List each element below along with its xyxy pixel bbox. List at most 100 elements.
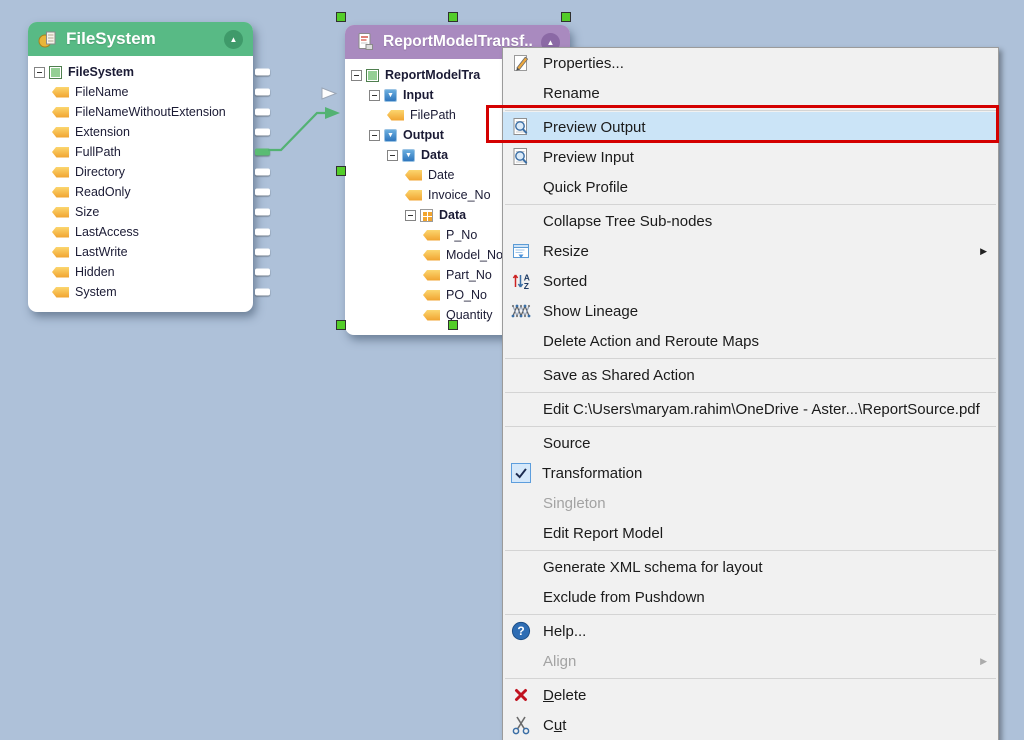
tree-item-filename[interactable]: FileName	[28, 82, 253, 102]
tree-item-label: Directory	[75, 165, 125, 179]
output-port-system[interactable]	[255, 289, 270, 296]
menu-item-delete-action-and-reroute-maps[interactable]: Delete Action and Reroute Maps	[503, 326, 998, 356]
menu-separator	[505, 392, 996, 393]
tree-item-readonly[interactable]: ReadOnly	[28, 182, 253, 202]
field-tag-icon	[423, 230, 440, 241]
cut-icon	[510, 714, 532, 736]
field-tag-icon	[52, 287, 69, 298]
collapse-minus-icon[interactable]	[351, 70, 362, 81]
menu-item-singleton: Singleton	[503, 488, 998, 518]
menu-item-label: Generate XML schema for layout	[543, 559, 763, 576]
menu-item-edit-c-users-maryam-rahim-onedrive-aster[interactable]: Edit C:\Users\maryam.rahim\OneDrive - As…	[503, 394, 998, 424]
menu-item-label: Preview Input	[543, 149, 634, 166]
selection-handle[interactable]	[448, 320, 458, 330]
filesystem-node[interactable]: FileSystem FileSystemFileNameFileNameWit…	[28, 22, 253, 312]
menu-item-source[interactable]: Source	[503, 428, 998, 458]
output-port-lastaccess[interactable]	[255, 229, 270, 236]
menu-item-align: Align▶	[503, 646, 998, 676]
context-menu: Properties...Rename Preview Output Preview…	[502, 47, 999, 740]
collapse-minus-icon[interactable]	[34, 67, 45, 78]
no-icon	[510, 586, 532, 608]
menu-item-exclude-from-pushdown[interactable]: Exclude from Pushdown	[503, 582, 998, 612]
output-port-filenamewithoutextension[interactable]	[255, 109, 270, 116]
tree-item-lastwrite[interactable]: LastWrite	[28, 242, 253, 262]
no-icon	[510, 176, 532, 198]
collapse-minus-icon[interactable]	[369, 90, 380, 101]
field-tag-icon	[52, 247, 69, 258]
menu-item-resize[interactable]: Resize ▶	[503, 236, 998, 266]
menu-item-show-lineage[interactable]: Show Lineage	[503, 296, 998, 326]
blue-node-icon	[384, 89, 397, 102]
no-icon	[510, 556, 532, 578]
selection-handle[interactable]	[336, 166, 346, 176]
no-icon	[510, 364, 532, 386]
tree-item-lastaccess[interactable]: LastAccess	[28, 222, 253, 242]
field-tag-icon	[387, 110, 404, 121]
submenu-arrow-icon: ▶	[980, 246, 987, 257]
tree-item-label: Extension	[75, 125, 130, 139]
menu-item-preview-input[interactable]: Preview Input	[503, 142, 998, 172]
menu-item-sorted[interactable]: AZ Sorted	[503, 266, 998, 296]
output-port-directory[interactable]	[255, 169, 270, 176]
output-port-readonly[interactable]	[255, 189, 270, 196]
menu-item-properties[interactable]: Properties...	[503, 48, 998, 78]
selection-handle[interactable]	[336, 320, 346, 330]
menu-item-edit-report-model[interactable]: Edit Report Model	[503, 518, 998, 548]
menu-item-transformation[interactable]: Transformation	[503, 458, 998, 488]
field-tag-icon	[52, 167, 69, 178]
menu-item-generate-xml-schema-for-layout[interactable]: Generate XML schema for layout	[503, 552, 998, 582]
menu-item-label: Edit Report Model	[543, 525, 663, 542]
tree-item-directory[interactable]: Directory	[28, 162, 253, 182]
menu-item-help[interactable]: ?Help...	[503, 616, 998, 646]
tree-item-hidden[interactable]: Hidden	[28, 262, 253, 282]
menu-item-collapse-tree-sub-nodes[interactable]: Collapse Tree Sub-nodes	[503, 206, 998, 236]
tree-item-size[interactable]: Size	[28, 202, 253, 222]
tree-item-system[interactable]: System	[28, 282, 253, 302]
tree-item-label: Hidden	[75, 265, 115, 279]
menu-separator	[505, 204, 996, 205]
output-port-fullpath[interactable]	[255, 149, 270, 156]
no-icon	[510, 398, 532, 420]
menu-item-label: Cut	[543, 717, 566, 734]
collapse-minus-icon[interactable]	[387, 150, 398, 161]
collapse-minus-icon[interactable]	[369, 130, 380, 141]
tree-item-fullpath[interactable]: FullPath	[28, 142, 253, 162]
tree-item-label: FileNameWithoutExtension	[75, 105, 226, 119]
no-icon	[510, 330, 532, 352]
menu-item-label: Show Lineage	[543, 303, 638, 320]
menu-item-label: Delete Action and Reroute Maps	[543, 333, 759, 350]
tree-item-extension[interactable]: Extension	[28, 122, 253, 142]
tree-item-label: Size	[75, 205, 99, 219]
output-port-filename[interactable]	[255, 89, 270, 96]
sorted-icon: AZ	[510, 270, 532, 292]
filesystem-collapse-button[interactable]	[224, 30, 243, 49]
tree-item-label: Date	[428, 168, 454, 182]
output-port-size[interactable]	[255, 209, 270, 216]
menu-item-save-as-shared-action[interactable]: Save as Shared Action	[503, 360, 998, 390]
menu-item-cut[interactable]: Cut	[503, 710, 998, 740]
output-port-hidden[interactable]	[255, 269, 270, 276]
output-port-lastwrite[interactable]	[255, 249, 270, 256]
tree-item-label: System	[75, 285, 117, 299]
filesystem-node-header[interactable]: FileSystem	[28, 22, 253, 56]
resize-icon	[510, 240, 532, 262]
output-port-filesystem[interactable]	[255, 69, 270, 76]
menu-item-label: Sorted	[543, 273, 587, 290]
field-tag-icon	[52, 107, 69, 118]
menu-item-delete[interactable]: Delete	[503, 680, 998, 710]
menu-item-label: Resize	[543, 243, 589, 260]
menu-item-preview-output[interactable]: Preview Output	[503, 112, 998, 142]
menu-item-label: Exclude from Pushdown	[543, 589, 705, 606]
selection-handle[interactable]	[336, 12, 346, 22]
tree-item-label: Model_No	[446, 248, 503, 262]
connected-input-arrow-icon	[325, 107, 340, 119]
field-tag-icon	[405, 170, 422, 181]
output-port-extension[interactable]	[255, 129, 270, 136]
menu-item-rename[interactable]: Rename	[503, 78, 998, 108]
tree-item-filenamewithoutextension[interactable]: FileNameWithoutExtension	[28, 102, 253, 122]
tree-item-filesystem[interactable]: FileSystem	[28, 62, 253, 82]
collapse-minus-icon[interactable]	[405, 210, 416, 221]
menu-item-quick-profile[interactable]: Quick Profile	[503, 172, 998, 202]
selection-handle[interactable]	[561, 12, 571, 22]
selection-handle[interactable]	[448, 12, 458, 22]
